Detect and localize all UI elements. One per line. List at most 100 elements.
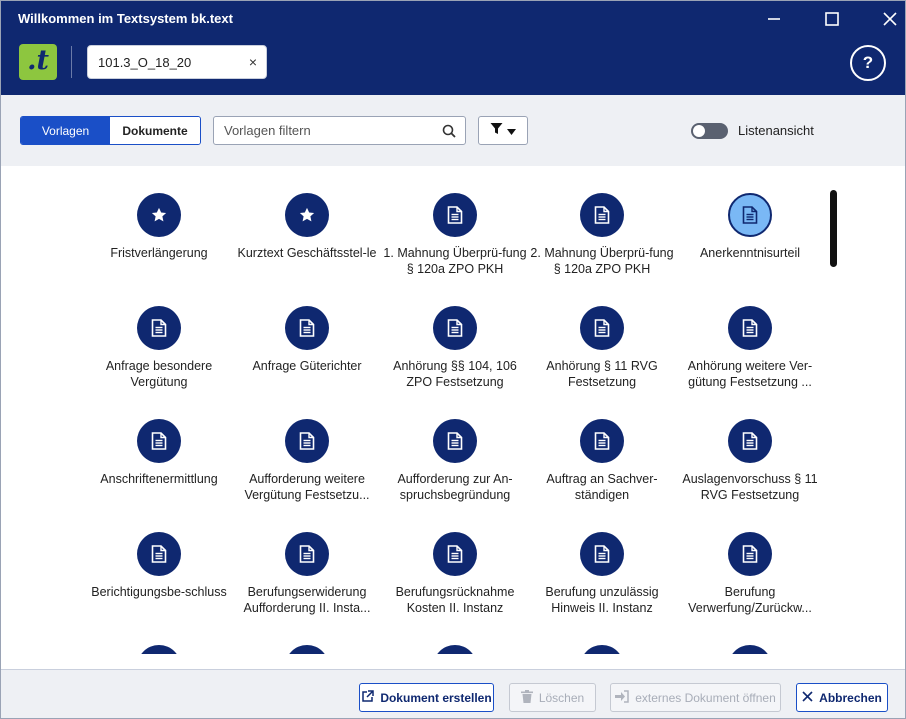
filter-icon — [490, 122, 503, 140]
template-label: Anerkenntnisurteil — [699, 246, 801, 260]
template-label: Anfrage besondere Vergütung — [105, 359, 213, 389]
template-tile[interactable]: Anhörung § 11 RVG Festsetzung — [530, 306, 674, 390]
template-tile[interactable]: Berichtigungsbe-schluss — [87, 532, 231, 600]
template-tile[interactable]: Anhörung weitere Ver-gütung Festsetzung … — [678, 306, 822, 390]
document-icon — [137, 306, 181, 350]
template-label: Berufungsrücknahme Kosten II. Instanz — [395, 585, 515, 615]
document-icon — [285, 419, 329, 463]
document-icon — [728, 306, 772, 350]
help-icon: ? — [862, 53, 874, 72]
template-tile[interactable]: Kurztext Geschäftsstel-le — [235, 193, 379, 261]
document-icon — [728, 532, 772, 576]
create-document-button[interactable]: Dokument erstellen — [359, 683, 494, 712]
template-tile[interactable]: Aufforderung weitere Vergütung Festsetzu… — [235, 419, 379, 503]
header-bar: Willkommen im Textsystem bk.text .t 101.… — [1, 1, 905, 95]
document-icon — [580, 645, 624, 654]
minimize-icon[interactable] — [761, 7, 787, 31]
document-icon — [433, 306, 477, 350]
template-tile[interactable] — [383, 645, 527, 654]
cancel-button[interactable]: Abbrechen — [796, 683, 888, 712]
template-tile[interactable] — [87, 645, 231, 654]
template-tile[interactable] — [678, 645, 822, 654]
template-tile[interactable] — [530, 645, 674, 654]
template-tile[interactable]: Auslagenvorschuss § 11 RVG Festsetzung — [678, 419, 822, 503]
template-tile[interactable]: Aufforderung zur An-spruchsbegründung — [383, 419, 527, 503]
delete-label: Löschen — [538, 690, 585, 705]
template-label: 2. Mahnung Überprü-fung § 120a ZPO PKH — [530, 246, 674, 276]
chevron-down-icon — [507, 122, 516, 140]
help-button[interactable]: ? — [850, 45, 886, 81]
template-tile[interactable]: Berufung unzulässig Hinweis II. Instanz — [530, 532, 674, 616]
tab-vorlagen[interactable]: Vorlagen — [21, 117, 110, 144]
document-icon — [728, 419, 772, 463]
search-box — [213, 116, 466, 145]
footer-bar: Dokument erstellen Löschen externes Doku… — [1, 669, 905, 718]
document-icon — [433, 193, 477, 237]
star-icon — [285, 193, 329, 237]
window-title: Willkommen im Textsystem bk.text — [18, 11, 233, 26]
header-divider — [71, 46, 72, 78]
toolbar: Vorlagen Dokumente Listenansicht — [1, 95, 905, 166]
app-logo: .t — [19, 44, 57, 80]
document-icon — [285, 532, 329, 576]
template-tile[interactable]: Anerkenntnisurteil — [678, 193, 822, 261]
filter-dropdown-button[interactable] — [478, 116, 528, 145]
template-tile[interactable]: Anhörung §§ 104, 106 ZPO Festsetzung — [383, 306, 527, 390]
document-icon — [433, 532, 477, 576]
scrollbar[interactable] — [830, 190, 837, 267]
external-link-icon — [361, 689, 375, 706]
list-view-toggle[interactable] — [691, 123, 728, 139]
tab-dokumente[interactable]: Dokumente — [110, 117, 200, 144]
document-icon — [580, 419, 624, 463]
template-label: Anfrage Güterichter — [252, 359, 362, 373]
template-grid: Fristverlängerung Kurztext Geschäftsstel-… — [1, 166, 905, 654]
template-label: Fristverlängerung — [110, 246, 208, 260]
document-icon — [137, 532, 181, 576]
template-label: Berufung Verwerfung/Zurückw... — [688, 585, 812, 615]
template-tile[interactable]: 1. Mahnung Überprü-fung § 120a ZPO PKH — [383, 193, 527, 277]
view-tabs: Vorlagen Dokumente — [20, 116, 201, 145]
document-icon — [433, 645, 477, 654]
document-icon — [728, 645, 772, 654]
document-icon — [580, 306, 624, 350]
template-tile[interactable]: Auftrag an Sachver-ständigen — [530, 419, 674, 503]
document-icon — [285, 645, 329, 654]
search-input[interactable] — [214, 117, 434, 144]
open-file-tab[interactable]: 101.3_O_18_20 × — [87, 45, 267, 79]
template-label: Aufforderung zur An-spruchsbegründung — [397, 472, 513, 502]
document-icon — [433, 419, 477, 463]
template-tile[interactable]: Anfrage Güterichter — [235, 306, 379, 374]
template-label: 1. Mahnung Überprü-fung § 120a ZPO PKH — [383, 246, 527, 276]
template-label: Anschriftenermittlung — [100, 472, 218, 486]
delete-button[interactable]: Löschen — [509, 683, 596, 712]
template-tile[interactable]: 2. Mahnung Überprü-fung § 120a ZPO PKH — [530, 193, 674, 277]
close-icon — [802, 690, 813, 705]
star-icon — [137, 193, 181, 237]
template-label: Aufforderung weitere Vergütung Festsetzu… — [244, 472, 370, 502]
trash-icon — [520, 689, 533, 706]
close-window-icon[interactable] — [877, 7, 903, 31]
template-tile[interactable]: Anschriftenermittlung — [87, 419, 231, 487]
template-tile[interactable]: Anfrage besondere Vergütung — [87, 306, 231, 390]
template-label: Berichtigungsbe-schluss — [91, 585, 227, 599]
search-icon[interactable] — [442, 124, 456, 143]
document-icon — [580, 193, 624, 237]
template-label: Kurztext Geschäftsstel-le — [237, 246, 377, 260]
toggle-knob — [693, 125, 705, 137]
close-tab-icon[interactable]: × — [249, 54, 257, 70]
template-tile[interactable]: Berufungserwiderung Aufforderung II. Ins… — [235, 532, 379, 616]
cancel-label: Abbrechen — [819, 690, 882, 705]
template-tile[interactable]: Berufungsrücknahme Kosten II. Instanz — [383, 532, 527, 616]
template-label: Anhörung § 11 RVG Festsetzung — [546, 359, 658, 389]
template-label: Anhörung §§ 104, 106 ZPO Festsetzung — [393, 359, 517, 389]
maximize-icon[interactable] — [819, 7, 845, 31]
open-external-button[interactable]: externes Dokument öffnen — [610, 683, 781, 712]
template-tile[interactable]: Fristverlängerung — [87, 193, 231, 261]
template-tile[interactable]: Berufung Verwerfung/Zurückw... — [678, 532, 822, 616]
template-tile[interactable] — [235, 645, 379, 654]
template-label: Berufung unzulässig Hinweis II. Instanz — [545, 585, 659, 615]
template-label: Auftrag an Sachver-ständigen — [546, 472, 658, 502]
document-icon — [728, 193, 772, 237]
import-icon — [615, 689, 629, 706]
create-document-label: Dokument erstellen — [380, 690, 492, 705]
